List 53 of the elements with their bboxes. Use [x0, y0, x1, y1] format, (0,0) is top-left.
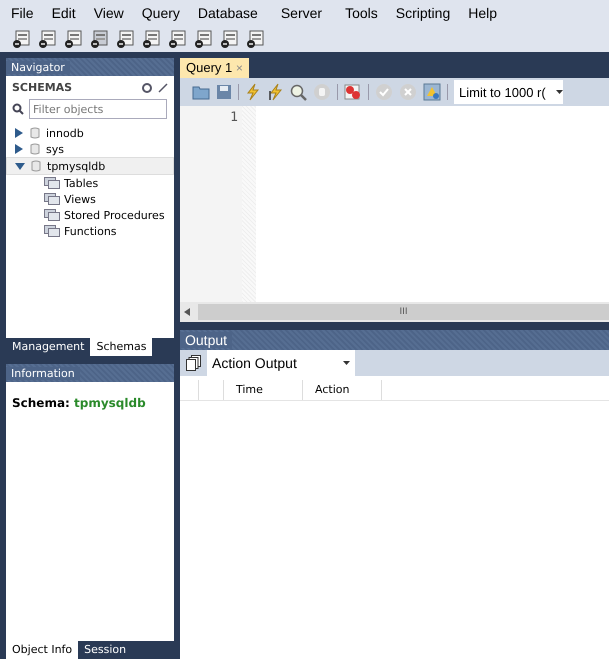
menu-item[interactable]: Tools	[340, 5, 391, 21]
horizontal-scrollbar[interactable]: III	[180, 302, 609, 322]
database-icon	[28, 142, 42, 156]
tree-item[interactable]: Stored Procedures	[6, 207, 174, 223]
tree-item[interactable]: tpmysqldb	[6, 157, 174, 175]
table-group-icon	[44, 209, 60, 221]
panel-tab[interactable]: Object Info	[6, 641, 78, 659]
save-icon[interactable]	[216, 84, 232, 100]
schema-info: Schema: tpmysqldb	[12, 396, 147, 410]
menu-item[interactable]: File	[6, 5, 47, 21]
check-icon[interactable]	[375, 83, 393, 101]
panel-title: Navigator	[6, 60, 70, 74]
sql-editor[interactable]: 1	[180, 106, 609, 302]
menu-item[interactable]: Server	[276, 5, 340, 21]
tree-item[interactable]: innodb	[6, 125, 174, 141]
database-icon	[28, 126, 42, 140]
column-header[interactable]: Action	[303, 380, 382, 400]
line-number: 1	[230, 110, 239, 125]
search-icon	[12, 103, 24, 115]
menu-item[interactable]: Edit	[46, 5, 89, 21]
table-group-icon	[44, 177, 60, 189]
column-header[interactable]: Time	[224, 380, 303, 400]
refresh-icon[interactable]	[142, 82, 152, 92]
table-group-icon	[44, 193, 60, 205]
menu-item[interactable]: Database	[192, 5, 276, 21]
menu-item[interactable]: Scripting	[390, 5, 464, 21]
query-tab[interactable]: Query 1 ×	[180, 58, 249, 78]
limit-dropdown[interactable]: Limit to 1000 r(	[454, 80, 563, 104]
section-title: SCHEMAS	[12, 81, 74, 94]
scroll-thumb[interactable]: III	[198, 304, 609, 320]
folder-icon[interactable]	[192, 84, 210, 100]
tree-item[interactable]: Functions	[6, 223, 174, 239]
panel-tab[interactable]: Session	[78, 641, 132, 659]
scroll-left-icon[interactable]	[184, 308, 190, 316]
tree-item[interactable]: Tables	[6, 175, 174, 191]
table-group-icon	[44, 225, 60, 237]
menu-item[interactable]: Help	[463, 5, 510, 21]
copy-icon[interactable]	[186, 355, 202, 371]
caret-icon	[556, 90, 563, 94]
panel-title: Information	[6, 366, 80, 380]
tree-item[interactable]: Views	[6, 191, 174, 207]
caret-icon	[343, 361, 350, 365]
lightning-cursor-icon[interactable]	[267, 83, 283, 101]
panel-title: Output	[180, 332, 232, 348]
tree-item[interactable]: sys	[6, 141, 174, 157]
menu-item[interactable]: View	[88, 5, 137, 21]
database-icon	[29, 159, 43, 173]
magnifier-icon[interactable]	[289, 83, 307, 101]
panel-tab[interactable]: Management	[6, 338, 90, 356]
filter-field[interactable]: Filter objects	[29, 99, 167, 119]
output-type-dropdown[interactable]: Action Output	[207, 350, 355, 376]
panel-tab[interactable]: Schemas	[90, 338, 152, 356]
menu-item[interactable]: Query	[136, 5, 193, 21]
